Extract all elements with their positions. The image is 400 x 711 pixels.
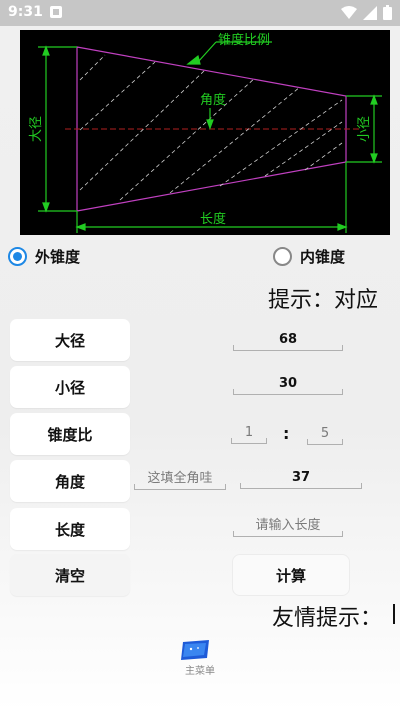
status-icons	[341, 5, 392, 20]
hint-text-top: 提示：对应	[268, 288, 379, 313]
half-angle-input[interactable]: 这填全角哇	[134, 466, 226, 490]
signal-icon	[363, 5, 377, 20]
small-diameter-button[interactable]: 小径	[10, 366, 130, 408]
small-diameter-input[interactable]: 30	[233, 371, 343, 395]
radio-button-checked[interactable]	[8, 246, 27, 266]
diagram-label-angle: 角度	[200, 92, 226, 108]
clear-button[interactable]: 清空	[10, 554, 130, 596]
diagram-label-taper-ratio: 锥度比例	[218, 32, 270, 48]
taper-ratio-button[interactable]: 锥度比	[10, 413, 130, 455]
main-menu-label[interactable]: 主菜单	[170, 662, 230, 677]
hint-text-bottom-cutoff	[393, 604, 395, 624]
taper-diagram: 锥度比例 角度 长度 大径 小径	[20, 30, 390, 235]
length-input[interactable]: 请输入长度	[233, 513, 343, 537]
taper-ratio-right-input[interactable]: 5	[307, 421, 343, 445]
radio-label-internal: 内锥度	[300, 247, 346, 266]
battery-icon	[383, 5, 392, 20]
diagram-label-big-diameter: 大径	[29, 116, 44, 142]
hint-text-bottom: 友情提示：	[272, 606, 383, 631]
big-diameter-button[interactable]: 大径	[10, 319, 130, 361]
diagram-label-small-diameter: 小径	[357, 116, 372, 142]
status-bar: 9:31	[0, 0, 400, 26]
big-diameter-input[interactable]: 68	[233, 327, 343, 351]
angle-input[interactable]: 37	[240, 465, 362, 489]
radio-external-taper[interactable]: 外锥度	[8, 244, 80, 268]
wifi-icon	[341, 5, 357, 19]
radio-label-external: 外锥度	[35, 247, 81, 266]
status-time: 9:31	[8, 4, 43, 20]
taper-ratio-left-input[interactable]: 1	[231, 420, 267, 444]
notification-icon	[50, 6, 62, 18]
radio-internal-taper[interactable]: 内锥度	[273, 244, 345, 268]
diagram-label-length: 长度	[200, 211, 226, 227]
taper-diagram-drawing: 锥度比例 角度 长度 大径 小径	[29, 32, 382, 233]
radio-button-unchecked[interactable]	[273, 246, 292, 266]
calculate-button[interactable]: 计算	[232, 554, 350, 596]
length-button[interactable]: 长度	[10, 508, 130, 550]
main-menu-icon[interactable]	[179, 640, 211, 662]
angle-button[interactable]: 角度	[10, 460, 130, 502]
taper-ratio-separator: :	[283, 424, 290, 443]
